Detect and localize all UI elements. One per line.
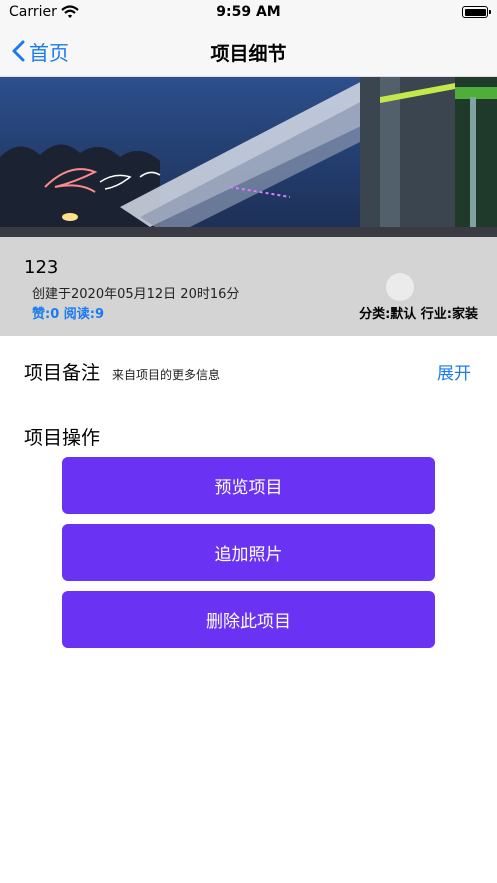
operations-title: 项目操作 xyxy=(24,427,101,449)
status-time: 9:59 AM xyxy=(216,4,281,20)
page-title: 项目细节 xyxy=(210,43,287,65)
add-photo-button[interactable]: 追加照片 xyxy=(62,524,435,581)
expand-button[interactable]: 展开 xyxy=(437,359,471,384)
likes-views-stats: 赞:0 阅读:9 xyxy=(32,307,105,322)
category-industry: 分类:默认 行业:家装 xyxy=(359,307,478,322)
battery-icon xyxy=(462,6,491,18)
status-bar: Carrier 9:59 AM xyxy=(0,0,497,26)
preview-project-button[interactable]: 预览项目 xyxy=(62,457,435,514)
notes-title: 项目备注 xyxy=(24,362,101,384)
navigation-bar: 首页 项目细节 xyxy=(0,26,497,77)
created-date: 创建于2020年05月12日 20时16分 xyxy=(32,287,240,302)
project-info-panel: 123 创建于2020年05月12日 20时16分 赞:0 阅读:9 分类:默认… xyxy=(0,237,497,336)
delete-project-button[interactable]: 删除此项目 xyxy=(62,591,435,648)
project-name: 123 xyxy=(24,257,59,278)
project-cover: 123 创建于2020年05月12日 20时16分 赞:0 阅读:9 分类:默认… xyxy=(0,77,497,336)
notes-subtitle: 来自项目的更多信息 xyxy=(112,368,221,382)
